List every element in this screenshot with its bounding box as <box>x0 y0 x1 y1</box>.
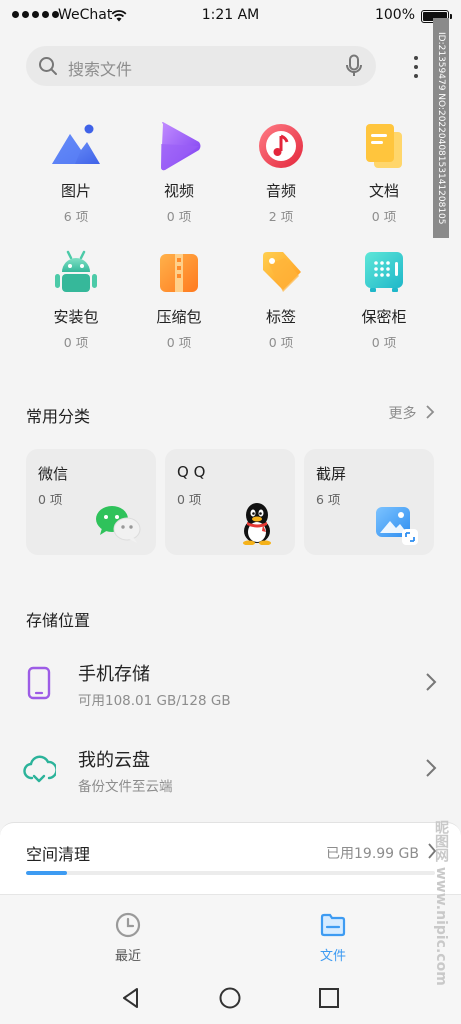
category-archives[interactable]: 压缩包 0 项 <box>129 244 229 351</box>
category-count: 2 项 <box>268 209 294 224</box>
category-count: 0 项 <box>371 335 397 350</box>
screenshot-icon <box>376 507 418 545</box>
clock-icon <box>115 912 141 938</box>
cleanup-title: 空间清理 <box>26 845 91 864</box>
cleanup-used: 已用19.99 GB <box>326 846 419 862</box>
music-icon <box>259 124 303 168</box>
storage-title-text: 我的云盘 <box>78 750 150 771</box>
chevron-right-icon <box>426 759 437 777</box>
microphone-icon[interactable] <box>344 54 364 78</box>
category-videos[interactable]: 视频 0 项 <box>129 118 229 225</box>
quick-card-count: 0 项 <box>38 492 63 507</box>
quick-card-title: 截屏 <box>316 465 347 483</box>
android-icon <box>55 250 97 292</box>
storage-subtitle: 可用108.01 GB/128 GB <box>78 693 231 709</box>
category-label: 压缩包 <box>156 308 202 326</box>
category-label: 音频 <box>265 182 296 200</box>
common-categories-title: 常用分类 <box>26 407 91 426</box>
more-link[interactable]: 更多 <box>389 403 435 423</box>
category-label: 安装包 <box>53 308 99 326</box>
battery-percent: 100% <box>374 7 415 23</box>
storage-title: 存储位置 <box>26 611 91 630</box>
search-placeholder[interactable]: 搜索文件 <box>68 56 132 80</box>
phone-icon <box>27 666 51 700</box>
cloud-icon <box>23 755 56 783</box>
storage-progress-bar <box>26 871 435 875</box>
quick-card-title: Q Q <box>177 463 206 481</box>
quick-card-count: 0 项 <box>177 492 202 507</box>
folder-icon <box>320 913 346 937</box>
system-navigation-bar <box>0 972 461 1024</box>
status-bar: WeChat 1:21 AM 100% <box>0 0 461 34</box>
category-tags[interactable]: 标签 0 项 <box>231 244 331 351</box>
category-count: 0 项 <box>166 209 192 224</box>
video-icon <box>161 122 201 171</box>
category-count: 0 项 <box>268 335 294 350</box>
tab-label: 文件 <box>319 949 346 964</box>
more-options-icon[interactable] <box>406 54 426 80</box>
tag-icon <box>263 252 301 292</box>
more-link-label: 更多 <box>388 406 417 422</box>
quick-card-qq[interactable]: Q Q 0 项 <box>165 449 295 555</box>
recent-apps-icon[interactable] <box>317 986 341 1010</box>
category-safe[interactable]: 保密柜 0 项 <box>334 244 434 351</box>
category-label: 文档 <box>368 182 399 200</box>
category-label: 标签 <box>265 308 296 326</box>
storage-progress-fill <box>26 871 67 875</box>
chevron-right-icon <box>426 673 437 691</box>
quick-card-count: 6 项 <box>316 492 341 507</box>
category-label: 视频 <box>163 182 194 200</box>
quick-card-title: 微信 <box>38 465 69 483</box>
phone-storage-row[interactable]: 手机存储 可用108.01 GB/128 GB <box>0 652 461 722</box>
category-label: 图片 <box>60 182 91 200</box>
tab-label: 最近 <box>114 949 141 964</box>
watermark-site: 昵图网 www.nipic.com <box>433 820 449 986</box>
storage-title-text: 手机存储 <box>78 664 150 685</box>
back-icon[interactable] <box>119 986 143 1010</box>
document-icon <box>366 124 402 168</box>
tab-recent[interactable]: 最近 <box>88 911 168 964</box>
image-icon <box>52 124 100 164</box>
watermark-id: ID:21359479 NO:20220408153141208105 <box>433 18 449 238</box>
search-icon <box>39 57 57 75</box>
safe-icon <box>365 252 403 292</box>
search-bar[interactable]: 搜索文件 <box>26 46 376 86</box>
home-icon[interactable] <box>218 986 242 1010</box>
category-count: 6 项 <box>63 209 89 224</box>
category-apks[interactable]: 安装包 0 项 <box>26 244 126 351</box>
storage-subtitle: 备份文件至云端 <box>78 779 173 795</box>
category-count: 0 项 <box>166 335 192 350</box>
quick-card-screenshots[interactable]: 截屏 6 项 <box>304 449 434 555</box>
quick-card-wechat[interactable]: 微信 0 项 <box>26 449 156 555</box>
category-documents[interactable]: 文档 0 项 <box>334 118 434 225</box>
cloud-storage-row[interactable]: 我的云盘 备份文件至云端 <box>0 738 461 808</box>
category-images[interactable]: 图片 6 项 <box>26 118 126 225</box>
category-count: 0 项 <box>63 335 89 350</box>
zip-icon <box>160 254 198 292</box>
qq-penguin-icon <box>243 503 271 545</box>
tab-files[interactable]: 文件 <box>293 911 373 964</box>
bottom-tab-bar: 最近 文件 <box>0 894 461 972</box>
category-label: 保密柜 <box>361 308 407 326</box>
wechat-icon <box>96 506 141 543</box>
chevron-right-icon <box>426 405 435 419</box>
category-count: 0 项 <box>371 209 397 224</box>
category-audio[interactable]: 音频 2 项 <box>231 118 331 225</box>
